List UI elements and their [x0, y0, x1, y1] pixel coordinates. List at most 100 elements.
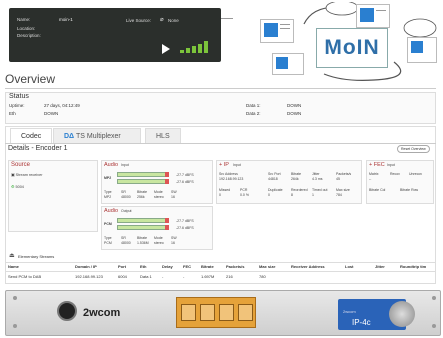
type-label: Type	[104, 236, 112, 240]
recov-label: Recov	[390, 172, 400, 176]
source-title: Source	[11, 162, 31, 168]
sr-value: 48000	[121, 195, 131, 199]
row-domain: 192.168.99.123	[75, 274, 103, 279]
device-thumb-3	[407, 37, 437, 63]
details-title: Details - Encoder 1	[8, 145, 68, 152]
row-fec: -	[183, 274, 185, 279]
reordered-label: Reordered	[291, 188, 308, 192]
data2-value: DOWN	[287, 111, 302, 116]
stream-receiver-label: ▣ Stream receiver	[11, 173, 43, 177]
row-name[interactable]: Send PCM to DAB	[8, 274, 41, 279]
port	[181, 304, 196, 321]
port-label: ⚙ 5004	[11, 185, 24, 189]
row-packets: 216	[226, 274, 233, 279]
status-box	[5, 92, 436, 124]
audio-output-codec: PCM	[104, 222, 112, 226]
col-port: Port	[118, 264, 126, 269]
location-label: Location:	[17, 26, 36, 31]
peak-indicator	[165, 172, 169, 177]
row-bitrate: 1.697M	[201, 274, 215, 279]
col-delay: Delay	[162, 264, 173, 269]
bitrate-label: Bitrate	[137, 236, 148, 240]
live-source-value: None	[168, 18, 179, 23]
src-address-label: Src Address	[219, 172, 238, 176]
control-knob[interactable]	[389, 301, 415, 327]
col-eth: Eth	[140, 264, 147, 269]
connector-line	[221, 18, 233, 19]
bitrate-row-label: Bitrate Row	[400, 188, 419, 192]
sw-value: 16	[171, 195, 175, 199]
device-thumb-4	[272, 53, 304, 75]
missed-label: Missed	[219, 188, 231, 192]
name-value: moin-1	[59, 17, 73, 22]
duplicate-label: Duplicate	[268, 188, 283, 192]
bitrate-col-label: Bitrate Col	[369, 188, 386, 192]
level-value: -27.6 dBFS	[176, 180, 194, 184]
col-name: Name	[8, 264, 19, 269]
bitrate-value: 256k	[137, 195, 145, 199]
live-source-label: Live Source:	[126, 18, 152, 23]
uptime-value: 27 days, 04:12:49	[44, 103, 80, 108]
bitrate-label: Bitrate	[137, 190, 148, 194]
src-address-value: 192.168.99.123	[219, 177, 244, 181]
sw-label: SW	[171, 190, 177, 194]
peak-indicator	[165, 225, 169, 230]
data1-label: Data 1:	[246, 103, 261, 108]
jitter-label: Jitter	[312, 172, 320, 176]
divider	[5, 262, 436, 263]
mode-value: stereo	[154, 241, 164, 245]
row-max-size: 780	[259, 274, 266, 279]
tab-ts-multiplexer[interactable]: DΔ TS Multiplexer	[53, 128, 141, 143]
play-icon[interactable]	[162, 44, 170, 54]
power-knob[interactable]	[57, 301, 77, 321]
front-brand: 2wcom	[343, 309, 356, 314]
divider	[5, 271, 436, 272]
type-value: MP2	[104, 195, 112, 199]
port	[238, 304, 253, 321]
fec-title: + FEC	[369, 162, 385, 168]
row-eth: Data 1	[140, 274, 152, 279]
data2-label: Data 2:	[246, 111, 261, 116]
mode-label: Mode	[154, 190, 163, 194]
port-panel	[176, 297, 256, 328]
uptime-label: Uptime:	[9, 103, 25, 108]
level-meter	[117, 225, 167, 230]
screw	[432, 324, 436, 328]
tab-hls[interactable]: HLS	[145, 128, 181, 143]
missed-value: 0	[219, 193, 221, 197]
max-size-value: 784	[336, 193, 342, 197]
level-value: -27.6 dBFS	[176, 226, 194, 230]
status-title: Status	[9, 93, 29, 100]
moin-logo: MoIN	[324, 36, 380, 59]
mode-value: stereo	[154, 195, 164, 199]
src-port-label: Src Port	[268, 172, 281, 176]
packets-value: 45	[336, 177, 340, 181]
sr-label: SR	[121, 190, 126, 194]
col-receiver-address: Receiver Address	[291, 264, 325, 269]
description-label: Description:	[17, 33, 41, 38]
level-meter	[117, 172, 167, 177]
screw	[13, 296, 17, 300]
packets-label: Packets/s	[336, 172, 352, 176]
name-label: Name:	[17, 17, 31, 22]
sr-label: SR	[121, 236, 126, 240]
col-fec: FEC	[183, 264, 191, 269]
screw	[13, 324, 17, 328]
matrix-label: Matrix	[369, 172, 379, 176]
level-meter	[117, 179, 167, 184]
tabs-divider	[5, 143, 436, 144]
device-thumb-1	[260, 19, 294, 43]
no-source-icon: ⌀	[160, 17, 164, 23]
type-value: PCM	[104, 241, 112, 245]
reset-overview-button[interactable]: Reset Overview	[397, 145, 430, 153]
col-roundtrip: Roundtrip tim	[400, 264, 427, 269]
max-size-label: Max size	[336, 188, 350, 192]
level-meter	[117, 218, 167, 223]
duplicate-value: 0	[268, 193, 270, 197]
audio-output-sub: Output	[121, 209, 132, 213]
tab-codec[interactable]: Codec	[10, 128, 53, 143]
elementary-streams-icon: ⏏	[9, 253, 15, 259]
audio-input-sub: Input	[121, 163, 129, 167]
audio-input-title: Audio	[104, 162, 119, 168]
data1-value: DOWN	[287, 103, 302, 108]
